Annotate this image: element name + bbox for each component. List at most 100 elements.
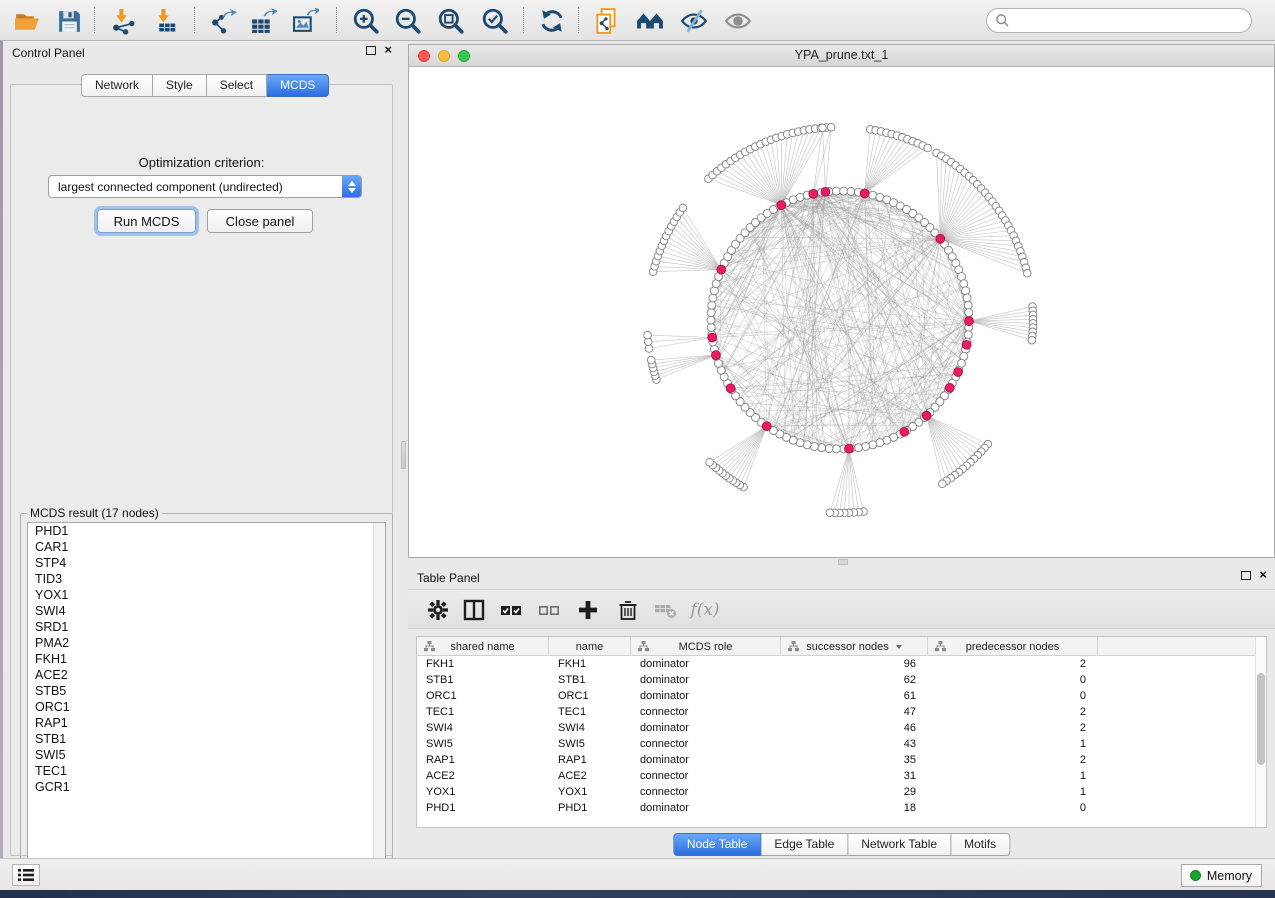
mcds-result-item[interactable]: CAR1	[28, 539, 385, 555]
table-row[interactable]: ACE2ACE2connector311	[417, 768, 1255, 784]
mcds-result-item[interactable]: STP4	[28, 555, 385, 571]
show-all-icon[interactable]	[723, 6, 753, 36]
network-node[interactable]	[862, 442, 870, 450]
table-settings-icon[interactable]	[424, 596, 452, 624]
network-canvas-svg[interactable]	[409, 67, 1274, 557]
table-row[interactable]: STB1STB1dominator620	[417, 672, 1255, 688]
tab-motifs[interactable]: Motifs	[951, 833, 1010, 856]
network-hub-node-RAP1[interactable]	[922, 411, 931, 420]
network-leaf-node[interactable]	[819, 124, 827, 132]
open-file-icon[interactable]	[12, 6, 42, 36]
network-node[interactable]	[832, 187, 840, 195]
zoom-out-icon[interactable]	[393, 6, 423, 36]
network-node[interactable]	[963, 294, 971, 302]
close-panel-icon[interactable]: ×	[384, 45, 392, 55]
network-hub-node-STB5[interactable]	[954, 368, 963, 377]
column-header-shared-name[interactable]: shared name	[417, 637, 549, 656]
network-leaf-node[interactable]	[679, 204, 687, 212]
network-node[interactable]	[840, 187, 848, 195]
window-close-icon[interactable]	[418, 50, 430, 62]
tab-mcds[interactable]: MCDS	[267, 74, 329, 97]
table-row[interactable]: TEC1TEC1connector472	[417, 704, 1255, 720]
tab-edge-table[interactable]: Edge Table	[761, 833, 848, 856]
network-leaf-node[interactable]	[826, 509, 834, 517]
mcds-result-item[interactable]: FKH1	[28, 651, 385, 667]
splitter-grip[interactable]	[838, 559, 848, 565]
scrollbar-thumb[interactable]	[1257, 673, 1265, 765]
network-node[interactable]	[707, 316, 715, 324]
export-image-icon[interactable]	[290, 6, 320, 36]
table-row[interactable]: PHD1PHD1dominator180	[417, 800, 1255, 816]
network-node[interactable]	[964, 301, 972, 309]
network-hub-node-STB1[interactable]	[809, 189, 818, 198]
network-node[interactable]	[847, 188, 855, 196]
memory-button[interactable]: Memory	[1181, 864, 1262, 887]
mcds-result-item[interactable]: ACE2	[28, 667, 385, 683]
network-hub-node-SWI4[interactable]	[860, 189, 869, 198]
add-column-icon[interactable]	[574, 596, 602, 624]
network-node[interactable]	[810, 442, 818, 450]
mcds-result-item[interactable]: TEC1	[28, 763, 385, 779]
network-hub-node-GCR1[interactable]	[962, 340, 971, 349]
network-leaf-node[interactable]	[924, 144, 932, 152]
export-network-icon[interactable]	[208, 6, 238, 36]
clone-network-icon[interactable]	[592, 6, 622, 36]
table-row[interactable]: ORC1ORC1dominator610	[417, 688, 1255, 704]
mcds-result-item[interactable]: ORC1	[28, 699, 385, 715]
network-node[interactable]	[832, 445, 840, 453]
task-history-button[interactable]	[12, 864, 40, 886]
column-header-MCDS-role[interactable]: MCDS role	[631, 637, 781, 656]
network-node[interactable]	[854, 444, 862, 452]
network-hub-node-FKH1[interactable]	[777, 201, 786, 210]
close-panel-icon[interactable]: ×	[1259, 570, 1267, 580]
network-node[interactable]	[965, 309, 973, 317]
select-all-icon[interactable]	[497, 596, 525, 624]
network-node[interactable]	[825, 445, 833, 453]
column-header-predecessor-nodes[interactable]: predecessor nodes	[928, 637, 1098, 656]
window-minimize-icon[interactable]	[438, 50, 450, 62]
close-panel-button[interactable]: Close panel	[207, 209, 313, 233]
network-leaf-node[interactable]	[1028, 336, 1036, 344]
import-network-icon[interactable]	[108, 6, 138, 36]
table-row[interactable]: FKH1FKH1dominator962	[417, 656, 1255, 672]
mcds-result-item[interactable]: PMA2	[28, 635, 385, 651]
network-node[interactable]	[869, 441, 877, 449]
network-node[interactable]	[707, 323, 715, 331]
tab-node-table[interactable]: Node Table	[673, 833, 762, 856]
network-hub-node-CAR1[interactable]	[712, 351, 721, 360]
import-table-icon[interactable]	[150, 6, 180, 36]
mcds-result-item[interactable]: STB5	[28, 683, 385, 699]
network-leaf-node[interactable]	[644, 331, 652, 339]
network-hub-node-ACE2[interactable]	[845, 444, 854, 453]
zoom-in-icon[interactable]	[351, 6, 381, 36]
tab-network-table[interactable]: Network Table	[848, 833, 951, 856]
network-hub-node-YOX1[interactable]	[762, 422, 771, 431]
mcds-result-item[interactable]: SRD1	[28, 619, 385, 635]
vertical-splitter[interactable]	[400, 41, 408, 860]
network-leaf-node[interactable]	[1024, 270, 1032, 278]
network-hub-node-ORC1[interactable]	[821, 187, 830, 196]
mcds-result-item[interactable]: YOX1	[28, 587, 385, 603]
export-table-icon[interactable]	[248, 6, 278, 36]
network-hub-node-TEC1[interactable]	[936, 234, 945, 243]
network-node[interactable]	[964, 331, 972, 339]
network-leaf-node[interactable]	[827, 123, 835, 131]
network-leaf-node[interactable]	[939, 480, 947, 488]
run-mcds-button[interactable]: Run MCDS	[97, 209, 196, 233]
network-hub-node-TID3[interactable]	[726, 384, 735, 393]
network-hub-node-PMA2[interactable]	[945, 383, 954, 392]
network-hub-node-PHD1[interactable]	[717, 265, 726, 274]
mcds-result-item[interactable]: RAP1	[28, 715, 385, 731]
window-zoom-icon[interactable]	[458, 50, 470, 62]
optimization-criterion-select[interactable]: largest connected component (undirected)	[48, 175, 362, 198]
table-row[interactable]: YOX1YOX1connector291	[417, 784, 1255, 800]
save-icon[interactable]	[54, 6, 84, 36]
network-hub-node-SWI5[interactable]	[965, 317, 974, 326]
network-node[interactable]	[708, 301, 716, 309]
table-row[interactable]: SWI4SWI4dominator462	[417, 720, 1255, 736]
mcds-list-scrollbar[interactable]	[373, 523, 385, 870]
network-node[interactable]	[707, 309, 715, 317]
mcds-result-item[interactable]: STB1	[28, 731, 385, 747]
tab-style[interactable]: Style	[153, 74, 207, 97]
network-hub-node-STP4[interactable]	[708, 333, 717, 342]
